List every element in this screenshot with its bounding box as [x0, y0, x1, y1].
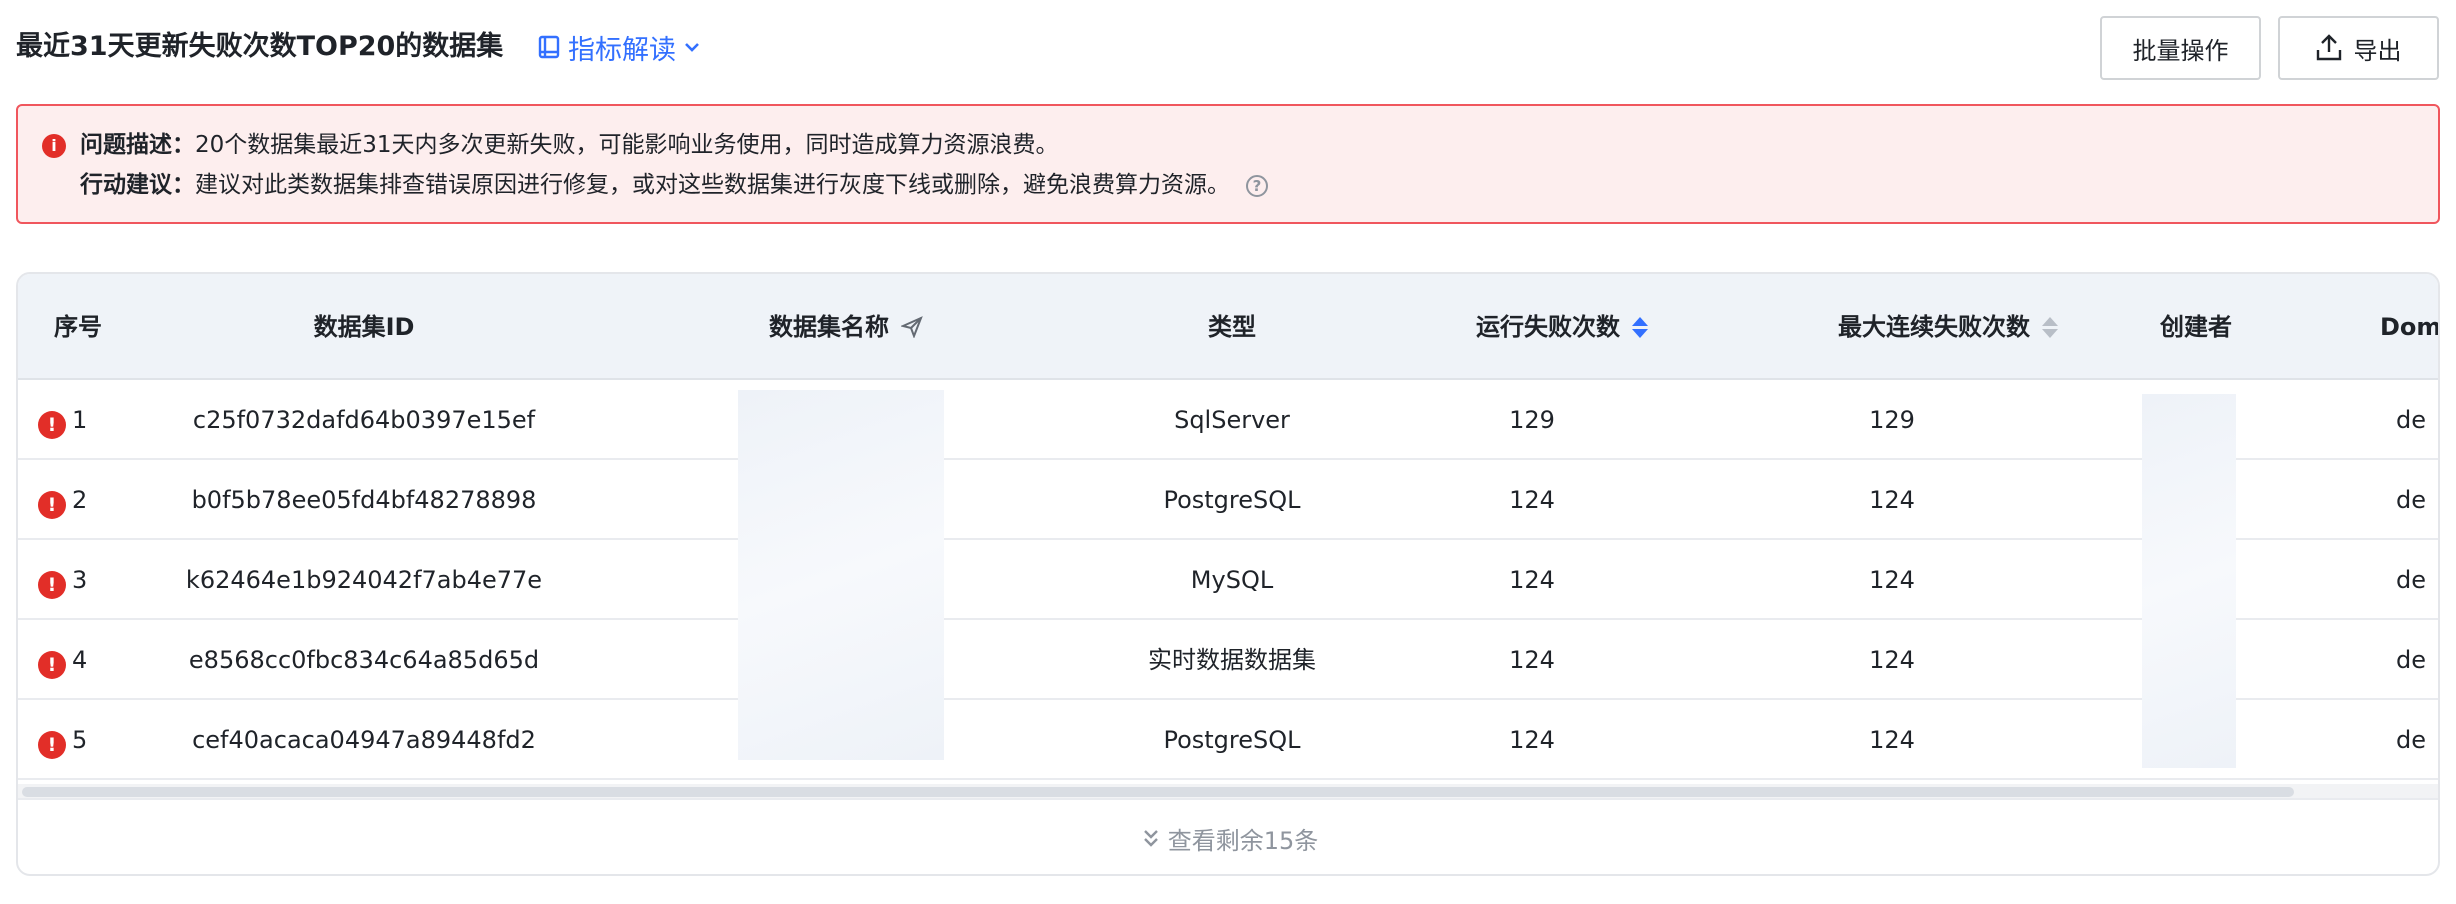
row-domain: de: [2396, 406, 2426, 434]
problem-text: 20个数据集最近31天内多次更新失败，可能影响业务使用，同时造成算力资源浪费。: [195, 132, 1059, 158]
question-circle-icon[interactable]: ?: [1246, 174, 1268, 197]
row-index: ! 3: [38, 562, 87, 599]
batch-operation-button[interactable]: 批量操作: [2100, 16, 2261, 80]
row-run-failures: 124: [1509, 646, 1555, 674]
column-header-creator: 创建者: [2160, 313, 2232, 341]
exclamation-circle-icon: !: [38, 651, 66, 679]
sort-icon[interactable]: [2042, 316, 2058, 338]
table-row[interactable]: ! 5 cef40acaca04947a89448fd2 PostgreSQL 1…: [18, 700, 2438, 780]
info-icon: i: [42, 134, 66, 158]
exclamation-circle-icon: !: [38, 491, 66, 519]
dataset-name-redacted: [738, 390, 944, 760]
row-type: PostgreSQL: [1163, 726, 1301, 754]
column-header-dataset-name[interactable]: 数据集名称: [769, 310, 923, 344]
row-dataset-id: k62464e1b924042f7ab4e77e: [185, 566, 543, 594]
row-type: SqlServer: [1174, 406, 1290, 434]
upload-icon: [2316, 34, 2341, 61]
row-dataset-id: e8568cc0fbc834c64a85d65d: [188, 646, 540, 674]
row-type: PostgreSQL: [1163, 486, 1301, 514]
row-run-failures: 129: [1509, 406, 1555, 434]
column-header-run-failures[interactable]: 运行失败次数: [1476, 310, 1648, 344]
row-type: MySQL: [1190, 566, 1274, 594]
row-index: ! 4: [38, 642, 87, 679]
scrollbar-thumb[interactable]: [22, 787, 2294, 797]
table-row[interactable]: ! 3 k62464e1b924042f7ab4e77e MySQL 124 12…: [18, 540, 2438, 620]
row-max-consecutive-failures: 129: [1869, 406, 1915, 434]
page-title: 最近31天更新失败次数TOP20的数据集: [16, 31, 504, 62]
row-index: ! 5: [38, 722, 87, 759]
row-run-failures: 124: [1509, 486, 1555, 514]
problem-alert: i 问题描述：20个数据集最近31天内多次更新失败，可能影响业务使用，同时造成算…: [16, 104, 2440, 224]
action-label: 行动建议：: [80, 172, 195, 198]
send-icon[interactable]: [901, 316, 923, 338]
action-suggestion: 行动建议：建议对此类数据集排查错误原因进行修复，或对这些数据集进行灰度下线或删除…: [80, 168, 1268, 202]
batch-operation-label: 批量操作: [2132, 36, 2229, 65]
column-header-type: 类型: [1208, 313, 1256, 341]
book-icon: [538, 35, 560, 59]
row-index: ! 1: [38, 402, 87, 439]
column-header-index: 序号: [54, 313, 102, 341]
double-chevron-down-icon: [1143, 830, 1158, 847]
sort-icon[interactable]: [1632, 316, 1648, 338]
export-button[interactable]: 导出: [2278, 16, 2439, 80]
row-domain: de: [2396, 566, 2426, 594]
row-dataset-id: b0f5b78ee05fd4bf48278898: [191, 486, 537, 514]
row-max-consecutive-failures: 124: [1869, 646, 1915, 674]
creator-redacted: [2142, 394, 2236, 768]
problem-label: 问题描述：: [80, 132, 195, 158]
chevron-down-icon: [685, 43, 699, 52]
row-run-failures: 124: [1509, 726, 1555, 754]
row-domain: de: [2396, 726, 2426, 754]
row-max-consecutive-failures: 124: [1869, 726, 1915, 754]
row-max-consecutive-failures: 124: [1869, 486, 1915, 514]
row-dataset-id: cef40acaca04947a89448fd2: [192, 726, 536, 754]
column-header-max-consecutive-failures[interactable]: 最大连续失败次数: [1838, 310, 2058, 344]
dataset-table: 序号 数据集ID 数据集名称 类型 运行失败次数 最大连续失败次数 创建者 Do…: [16, 272, 2440, 876]
table-header: 序号 数据集ID 数据集名称 类型 运行失败次数 最大连续失败次数 创建者 Do…: [18, 274, 2440, 380]
column-header-dataset-id: 数据集ID: [313, 313, 415, 341]
table-row[interactable]: ! 1 c25f0732dafd64b0397e15ef SqlServer 12…: [18, 380, 2438, 460]
export-label: 导出: [2353, 36, 2402, 65]
horizontal-scrollbar[interactable]: [18, 784, 2438, 798]
row-domain: de: [2396, 646, 2426, 674]
column-header-domain: Doma: [2380, 313, 2440, 341]
action-text: 建议对此类数据集排查错误原因进行修复，或对这些数据集进行灰度下线或删除，避免浪费…: [195, 172, 1230, 198]
show-more-label: 查看剩余15条: [1167, 826, 1319, 855]
table-row[interactable]: ! 4 e8568cc0fbc834c64a85d65d 实时数据数据集 124 …: [18, 620, 2438, 700]
problem-description: 问题描述：20个数据集最近31天内多次更新失败，可能影响业务使用，同时造成算力资…: [80, 128, 1059, 162]
exclamation-circle-icon: !: [38, 731, 66, 759]
metric-guide-link[interactable]: 指标解读: [538, 26, 700, 68]
metric-guide-label: 指标解读: [568, 34, 676, 66]
row-max-consecutive-failures: 124: [1869, 566, 1915, 594]
row-dataset-id: c25f0732dafd64b0397e15ef: [192, 406, 536, 434]
row-type: 实时数据数据集: [1148, 646, 1316, 674]
show-more-button[interactable]: 查看剩余15条: [18, 798, 2438, 874]
row-domain: de: [2396, 486, 2426, 514]
row-index: ! 2: [38, 482, 87, 519]
page: 最近31天更新失败次数TOP20的数据集 指标解读 批量操作 导出 i 问题描述…: [0, 0, 2456, 904]
exclamation-circle-icon: !: [38, 411, 66, 439]
row-run-failures: 124: [1509, 566, 1555, 594]
table-row[interactable]: ! 2 b0f5b78ee05fd4bf48278898 PostgreSQL 1…: [18, 460, 2438, 540]
exclamation-circle-icon: !: [38, 571, 66, 599]
